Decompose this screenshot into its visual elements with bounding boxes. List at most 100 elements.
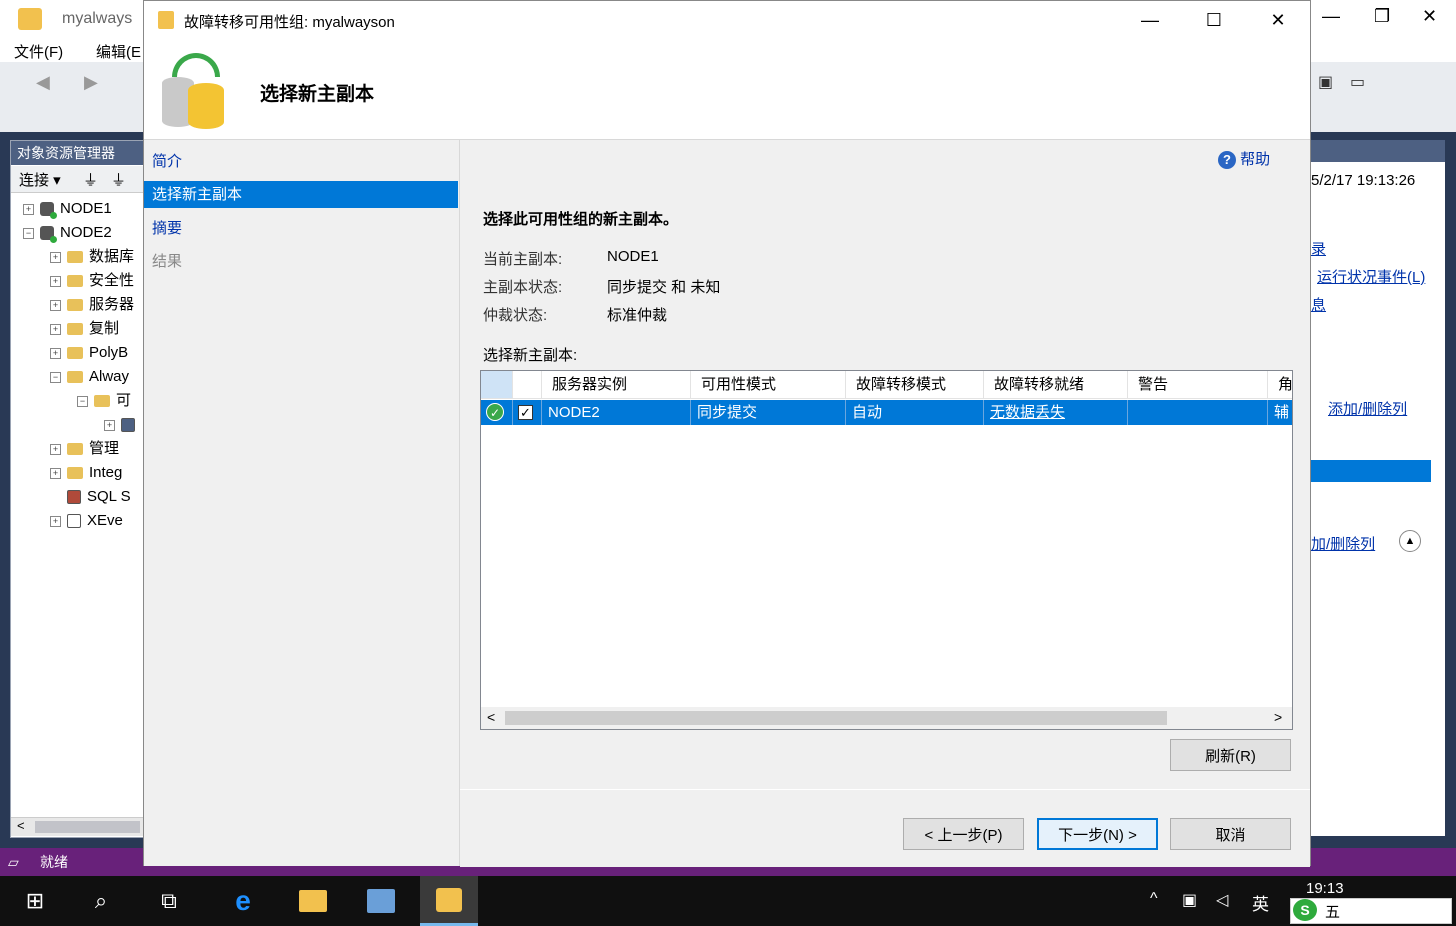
next-button[interactable]: 下一步(N) > bbox=[1037, 818, 1158, 850]
ssms-close-button[interactable]: ✕ bbox=[1422, 6, 1437, 27]
status-text: 就绪 bbox=[40, 854, 68, 870]
ime-mode[interactable]: 五 bbox=[1325, 901, 1340, 922]
menu-file[interactable]: 文件(F) bbox=[14, 41, 63, 62]
expand-icon[interactable]: + bbox=[50, 275, 61, 287]
collapse-icon[interactable]: − bbox=[77, 395, 88, 407]
cancel-button[interactable]: 取消 bbox=[1170, 818, 1291, 850]
expand-icon[interactable]: + bbox=[50, 323, 61, 335]
tree-item[interactable]: − Alway bbox=[50, 366, 129, 388]
tree-item[interactable]: + 服务器 bbox=[50, 294, 134, 316]
tree-item[interactable]: − 可 bbox=[77, 390, 131, 412]
tree-item[interactable]: + NODE1 bbox=[23, 198, 112, 220]
window-layout-icon[interactable]: ▭ bbox=[1350, 72, 1365, 92]
expand-icon[interactable]: + bbox=[50, 467, 61, 479]
tree-item[interactable]: + XEve bbox=[50, 510, 123, 532]
collapse-icon[interactable]: − bbox=[50, 371, 61, 383]
tree-item[interactable]: + 管理 bbox=[50, 438, 119, 460]
dialog-header: 选择新主副本 bbox=[144, 39, 1310, 140]
plug-icon[interactable]: ⏚ bbox=[83, 169, 98, 190]
ie-browser-icon[interactable]: e bbox=[214, 876, 272, 926]
expand-icon[interactable]: + bbox=[50, 251, 61, 263]
forward-nav-icon[interactable]: ▶ bbox=[84, 72, 98, 93]
dialog-minimize-button[interactable]: — bbox=[1118, 1, 1182, 39]
dashboard-selected-row[interactable] bbox=[1311, 460, 1431, 482]
dialog-title: 故障转移可用性组: myalwayson bbox=[184, 14, 395, 31]
grid-horizontal-scrollbar[interactable]: < > bbox=[481, 707, 1292, 729]
scroll-left-icon[interactable]: < bbox=[487, 709, 495, 725]
tree-item[interactable]: + 数据库 bbox=[50, 246, 134, 268]
search-icon[interactable]: ⌕ bbox=[72, 876, 130, 926]
disconnect-icon[interactable]: ⏚ bbox=[111, 169, 126, 190]
expand-icon[interactable]: + bbox=[50, 299, 61, 311]
connect-label: 连接 bbox=[19, 172, 50, 189]
dialog-close-button[interactable]: ✕ bbox=[1246, 1, 1310, 39]
checkbox-checked-icon[interactable]: ✓ bbox=[518, 405, 533, 420]
grid-scroll-thumb[interactable] bbox=[505, 711, 1167, 725]
toolbox-icon[interactable]: ▣ bbox=[1318, 72, 1333, 92]
task-view-icon[interactable]: ⧉ bbox=[140, 876, 198, 926]
column-header-failover-readiness[interactable]: 故障转移就绪 bbox=[984, 371, 1128, 399]
oe-scroll-thumb[interactable] bbox=[35, 821, 140, 833]
ssms-minimize-button[interactable]: — bbox=[1322, 6, 1340, 27]
scroll-right-icon[interactable]: > bbox=[1274, 709, 1282, 725]
row-select-cell[interactable]: ✓ bbox=[513, 400, 542, 425]
ssms-taskbar-icon[interactable] bbox=[420, 876, 478, 926]
add-remove-columns-link-2[interactable]: 加/删除列 bbox=[1311, 533, 1375, 554]
agent-icon bbox=[67, 490, 81, 505]
column-header-status[interactable] bbox=[481, 371, 513, 399]
menu-edit[interactable]: 编辑(E bbox=[96, 41, 141, 62]
oe-horizontal-scrollbar[interactable]: < bbox=[11, 817, 144, 836]
collapse-icon[interactable]: − bbox=[23, 227, 34, 239]
volume-muted-icon[interactable]: ◁ bbox=[1216, 890, 1228, 910]
tree-item[interactable]: SQL S bbox=[50, 486, 131, 508]
row-failover-readiness-link[interactable]: 无数据丢失 bbox=[984, 400, 1128, 425]
column-header-warning[interactable]: 警告 bbox=[1128, 371, 1268, 399]
add-remove-columns-link[interactable]: 添加/删除列 bbox=[1328, 398, 1407, 419]
tree-item[interactable]: + 安全性 bbox=[50, 270, 134, 292]
dashboard-link-log[interactable]: 录 bbox=[1311, 238, 1326, 259]
nav-item-select-primary[interactable]: 选择新主副本 bbox=[144, 181, 458, 208]
network-icon[interactable]: ▣ bbox=[1182, 890, 1197, 910]
tree-item[interactable]: + PolyB bbox=[50, 342, 128, 364]
help-link[interactable]: ? 帮助 bbox=[1218, 148, 1270, 169]
nav-item-intro[interactable]: 简介 bbox=[144, 148, 458, 175]
tree-item[interactable]: + Integ bbox=[50, 462, 122, 484]
status-icon: ▱ bbox=[8, 854, 19, 870]
file-explorer-icon[interactable] bbox=[284, 876, 342, 926]
ime-toolbar[interactable]: S 五 bbox=[1290, 898, 1452, 924]
clock[interactable]: 19:13 bbox=[1306, 880, 1344, 897]
tree-item[interactable]: + 复制 bbox=[50, 318, 119, 340]
start-icon[interactable]: ⊞ bbox=[6, 876, 64, 926]
column-header-failover-mode[interactable]: 故障转移模式 bbox=[846, 371, 984, 399]
scroll-left-icon[interactable]: < bbox=[17, 818, 25, 833]
refresh-button[interactable]: 刷新(R) bbox=[1170, 739, 1291, 771]
sogou-ime-icon[interactable]: S bbox=[1293, 899, 1317, 921]
expand-icon[interactable]: + bbox=[104, 419, 115, 431]
back-button[interactable]: < 上一步(P) bbox=[903, 818, 1024, 850]
collapse-icon[interactable]: ▲ bbox=[1399, 530, 1421, 552]
column-header-select[interactable] bbox=[513, 371, 542, 399]
expand-icon[interactable]: + bbox=[23, 203, 34, 215]
row-failover-mode-cell: 自动 bbox=[846, 400, 984, 425]
tree-item[interactable]: − NODE2 bbox=[23, 222, 112, 244]
ssms-restore-button[interactable]: ❐ bbox=[1374, 6, 1390, 27]
tray-chevron-icon[interactable]: ^ bbox=[1150, 890, 1158, 908]
column-header-role[interactable]: 角 bbox=[1268, 371, 1292, 399]
ime-language[interactable]: 英 bbox=[1252, 890, 1269, 915]
expand-icon[interactable]: + bbox=[50, 443, 61, 455]
dashboard-header bbox=[1311, 140, 1445, 162]
dialog-maximize-button[interactable]: ☐ bbox=[1182, 1, 1246, 39]
dashboard-link-info[interactable]: 息 bbox=[1311, 294, 1326, 315]
tree-item[interactable]: + bbox=[104, 414, 141, 436]
nav-item-summary[interactable]: 摘要 bbox=[144, 215, 458, 242]
connect-button[interactable]: 连接 ▾ bbox=[19, 169, 61, 190]
expand-icon[interactable]: + bbox=[50, 515, 61, 527]
folder-icon bbox=[67, 467, 83, 480]
server-manager-icon[interactable] bbox=[352, 876, 410, 926]
dashboard-link-health-events[interactable]: 运行状况事件(L) bbox=[1317, 266, 1425, 287]
column-header-availability-mode[interactable]: 可用性模式 bbox=[691, 371, 846, 399]
dashboard-panel: 5/2/17 19:13:26 录 运行状况事件(L) 息 添加/删除列 加/删… bbox=[1311, 140, 1445, 836]
column-header-server[interactable]: 服务器实例 bbox=[542, 371, 691, 399]
expand-icon[interactable]: + bbox=[50, 347, 61, 359]
back-nav-icon[interactable]: ◀ bbox=[36, 72, 50, 93]
